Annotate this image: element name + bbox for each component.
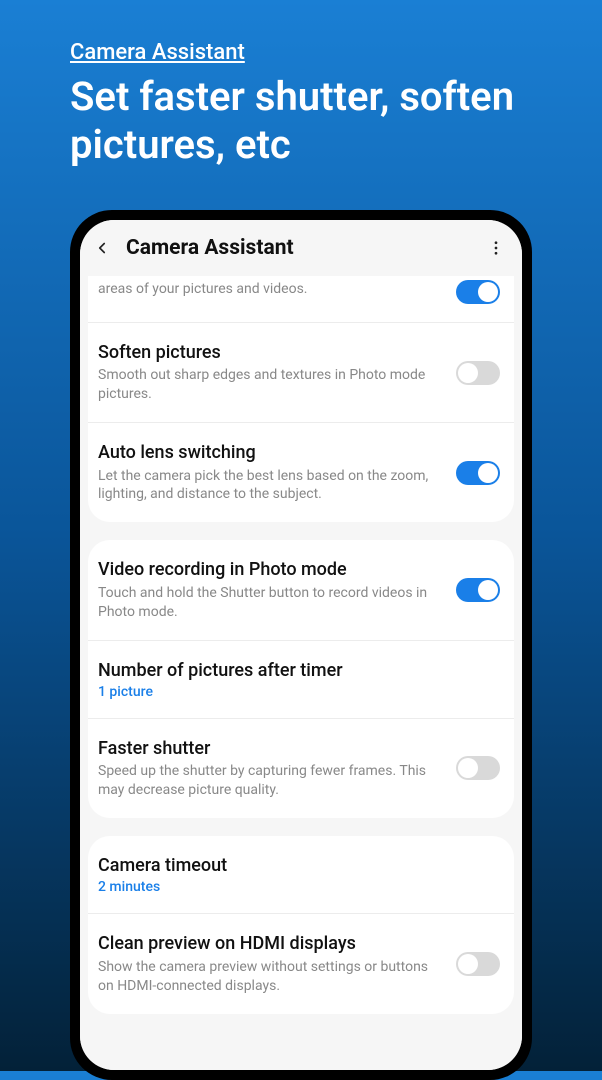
settings-group: areas of your pictures and videos. Softe…	[88, 276, 514, 522]
setting-row-video-photo-mode[interactable]: Video recording in Photo mode Touch and …	[88, 540, 514, 640]
phone-frame: Camera Assistant areas of your pictures …	[70, 210, 532, 1080]
promo-headline: Set faster shutter, soften pictures, etc	[70, 73, 532, 169]
setting-value: 1 picture	[98, 684, 488, 700]
app-bar: Camera Assistant	[80, 220, 522, 276]
setting-title: Number of pictures after timer	[98, 659, 488, 682]
setting-desc: areas of your pictures and videos.	[98, 280, 444, 299]
setting-desc: Touch and hold the Shutter button to rec…	[98, 584, 444, 622]
toggle-switch[interactable]	[456, 361, 500, 385]
promo-header: Camera Assistant Set faster shutter, sof…	[0, 0, 602, 179]
setting-title: Faster shutter	[98, 737, 444, 760]
setting-row-auto-hdr[interactable]: areas of your pictures and videos.	[88, 276, 514, 323]
setting-row-faster-shutter[interactable]: Faster shutter Speed up the shutter by c…	[88, 719, 514, 818]
toggle-switch[interactable]	[456, 280, 500, 304]
setting-row-timer-pictures[interactable]: Number of pictures after timer 1 picture	[88, 641, 514, 719]
settings-group: Camera timeout 2 minutes Clean preview o…	[88, 836, 514, 1014]
toggle-switch[interactable]	[456, 756, 500, 780]
setting-title: Camera timeout	[98, 854, 488, 877]
promo-link[interactable]: Camera Assistant	[70, 40, 532, 65]
toggle-switch[interactable]	[456, 952, 500, 976]
setting-row-auto-lens[interactable]: Auto lens switching Let the camera pick …	[88, 423, 514, 522]
settings-group: Video recording in Photo mode Touch and …	[88, 540, 514, 818]
setting-row-camera-timeout[interactable]: Camera timeout 2 minutes	[88, 836, 514, 914]
setting-desc: Show the camera preview without settings…	[98, 958, 444, 996]
back-icon[interactable]	[90, 236, 114, 260]
setting-desc: Let the camera pick the best lens based …	[98, 467, 444, 505]
toggle-switch[interactable]	[456, 578, 500, 602]
setting-title: Clean preview on HDMI displays	[98, 932, 444, 955]
setting-title: Video recording in Photo mode	[98, 558, 444, 581]
setting-value: 2 minutes	[98, 879, 488, 895]
setting-row-soften-pictures[interactable]: Soften pictures Smooth out sharp edges a…	[88, 323, 514, 423]
setting-title: Soften pictures	[98, 341, 444, 364]
setting-title: Auto lens switching	[98, 441, 444, 464]
toggle-switch[interactable]	[456, 461, 500, 485]
phone-screen: Camera Assistant areas of your pictures …	[80, 220, 522, 1070]
setting-desc: Smooth out sharp edges and textures in P…	[98, 366, 444, 404]
settings-content[interactable]: areas of your pictures and videos. Softe…	[80, 276, 522, 1070]
page-title: Camera Assistant	[126, 236, 484, 260]
setting-row-hdmi-preview[interactable]: Clean preview on HDMI displays Show the …	[88, 914, 514, 1013]
setting-desc: Speed up the shutter by capturing fewer …	[98, 762, 444, 800]
more-icon[interactable]	[484, 236, 508, 260]
